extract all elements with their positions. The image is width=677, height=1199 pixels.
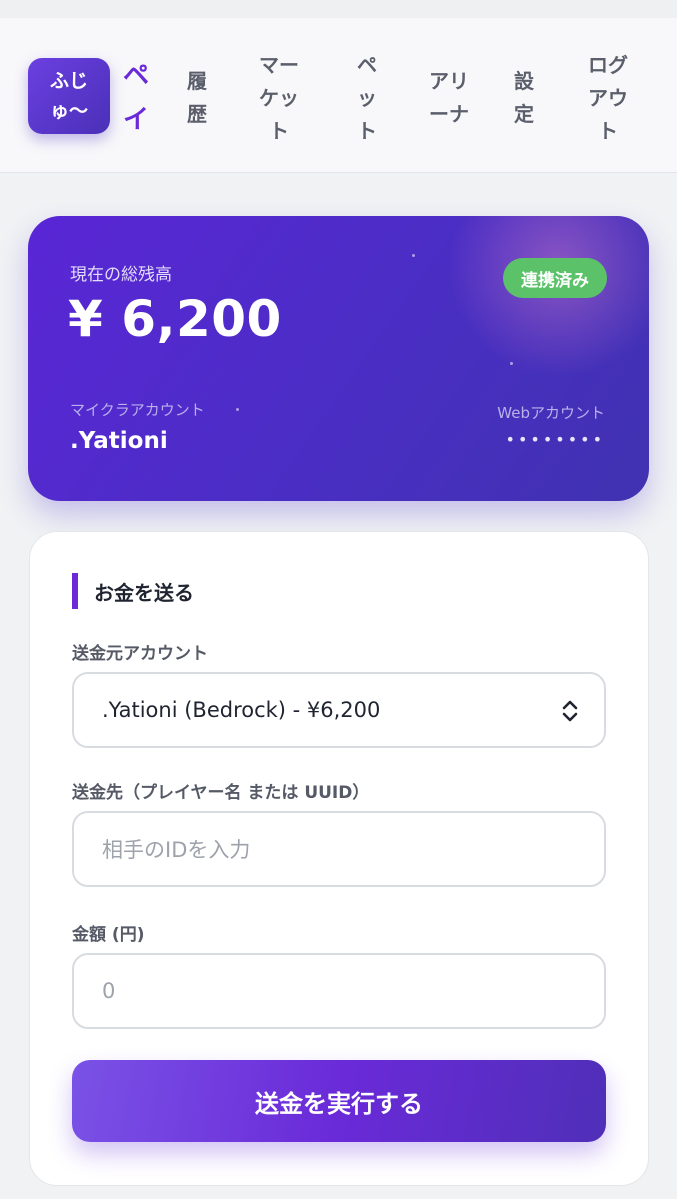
top-strip	[0, 0, 677, 18]
nav-item-pay[interactable]: ペイ	[118, 48, 154, 148]
recipient-label: 送金先（プレイヤー名 または UUID）	[72, 783, 370, 803]
send-money-card: お金を送る 送金元アカウント .Yationi (Bedrock) - ¥6,2…	[29, 531, 649, 1186]
nav-item-logout[interactable]: ログアウト	[583, 48, 633, 148]
nav-item-arena[interactable]: アリーナ	[424, 48, 474, 148]
web-account-label: Webアカウント	[497, 404, 605, 422]
from-account-label: 送金元アカウント	[72, 644, 208, 664]
nav-item-market[interactable]: マーケット	[254, 48, 304, 148]
minecraft-account-label: マイクラアカウント	[70, 401, 205, 419]
section-title: お金を送る	[72, 573, 194, 609]
web-account-masked: ••••••••	[505, 430, 605, 449]
recipient-input[interactable]: 相手のIDを入力	[72, 811, 606, 887]
select-chevron-icon	[562, 700, 578, 722]
nav-item-pet[interactable]: ペット	[354, 48, 380, 148]
amount-input[interactable]: 0	[72, 953, 606, 1029]
sparkle-dot	[412, 254, 415, 257]
top-navbar: ふじゅ〜 ペイ 履歴 マーケット ペット アリーナ 設定 ログアウト	[0, 18, 677, 173]
nav-item-settings[interactable]: 設定	[511, 48, 537, 148]
sparkle-dot	[510, 362, 513, 365]
from-account-value: .Yationi (Bedrock) - ¥6,200	[102, 698, 381, 722]
send-money-button[interactable]: 送金を実行する	[72, 1060, 606, 1142]
minecraft-account-name: .Yationi	[70, 428, 168, 454]
balance-card: 現在の総残高 ¥ 6,200 連携済み マイクラアカウント .Yationi W…	[28, 216, 649, 501]
sparkle-dot	[236, 408, 239, 411]
nav-item-history[interactable]: 履歴	[184, 48, 210, 148]
app-logo[interactable]: ふじゅ〜	[28, 58, 110, 134]
from-account-select[interactable]: .Yationi (Bedrock) - ¥6,200	[72, 672, 606, 748]
linked-status-badge: 連携済み	[503, 258, 607, 298]
balance-label: 現在の総残高	[70, 265, 172, 285]
balance-amount: ¥ 6,200	[68, 290, 282, 348]
amount-label: 金額 (円)	[72, 925, 145, 945]
